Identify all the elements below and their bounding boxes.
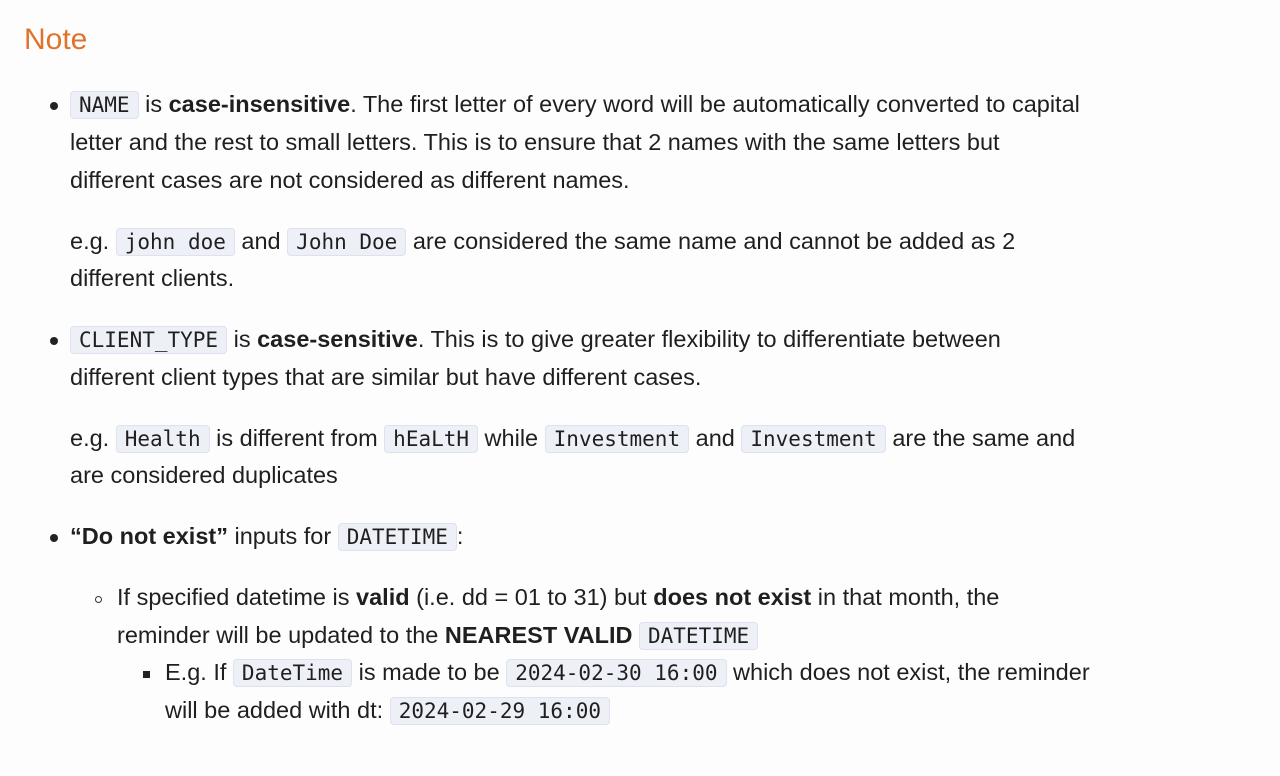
text: e.g. <box>70 425 116 451</box>
text: while <box>478 425 545 451</box>
item3-sub-line2: reminder will be updated to the NEAREST … <box>117 617 759 656</box>
item1-example-line2: different clients. <box>70 265 235 291</box>
code-invalid-date: 2024-02-30 16:00 <box>506 659 727 687</box>
item3-subsub-line1: E.g. If DateTime is made to be 2024-02-3… <box>165 654 1090 693</box>
item2-line2: different client types that are similar … <box>70 364 702 390</box>
item2-example-line1: e.g. Health is different from hEaLtH whi… <box>70 420 1075 459</box>
text: (i.e. dd = 01 to 31) but <box>409 584 654 610</box>
text: e.g. <box>70 228 116 254</box>
note-heading: Note <box>24 23 88 56</box>
bold-case-sensitive: case-sensitive <box>257 326 418 352</box>
bold-valid: valid <box>356 584 410 610</box>
item3-line1: “Do not exist” inputs for DATETIME: <box>70 518 463 557</box>
text: reminder will be updated to the <box>117 622 445 648</box>
bullet-icon <box>50 534 58 542</box>
item1-example-line1: e.g. john doe and John Doe are considere… <box>70 223 1015 262</box>
bold-does-not-exist: does not exist <box>653 584 812 610</box>
text: inputs for <box>227 523 338 549</box>
code-health: Health <box>115 425 210 453</box>
item3-subsub-line2: will be added with dt: 2024-02-29 16:00 <box>165 692 610 731</box>
text: which does not exist, the reminder <box>726 659 1090 685</box>
code-datetime-camel: DateTime <box>232 659 353 687</box>
code-health-mixed: hEaLtH <box>384 425 479 453</box>
bullet-icon <box>50 102 58 110</box>
code-client-type: CLIENT_TYPE <box>70 326 228 354</box>
code-john-doe-lower: john doe <box>115 228 235 256</box>
text: and <box>234 228 288 254</box>
text: is <box>138 91 169 117</box>
circle-bullet-icon <box>95 596 102 603</box>
code-datetime: DATETIME <box>639 622 759 650</box>
bold-case-insensitive: case-insensitive <box>168 91 351 117</box>
item2-example-line2: are considered duplicates <box>70 462 338 488</box>
text: If specified datetime is <box>117 584 357 610</box>
item1-line1: NAME is case-insensitive. The first lett… <box>70 86 1080 125</box>
text: . The first letter of every word will be… <box>350 91 1080 117</box>
bold-do-not-exist: “Do not exist” <box>70 523 228 549</box>
code-datetime: DATETIME <box>337 523 457 551</box>
item1-line2: letter and the rest to small letters. Th… <box>70 129 1000 155</box>
text: is <box>227 326 258 352</box>
text: : <box>456 523 464 549</box>
text: will be added with dt: <box>165 697 390 723</box>
text: E.g. If <box>165 659 233 685</box>
code-john-doe: John Doe <box>287 228 407 256</box>
item2-line1: CLIENT_TYPE is case-sensitive. This is t… <box>70 321 1001 360</box>
code-investment: Investment <box>741 425 886 453</box>
item1-line3: different cases are not considered as di… <box>70 167 630 193</box>
bold-nearest-valid: NEAREST VALID <box>444 622 633 648</box>
text: . This is to give greater flexibility to… <box>417 326 1001 352</box>
text: and <box>689 425 742 451</box>
bullet-icon <box>50 337 58 345</box>
text: are the same and <box>885 425 1076 451</box>
code-name: NAME <box>70 91 139 119</box>
code-valid-date: 2024-02-29 16:00 <box>389 697 610 725</box>
text: is made to be <box>352 659 507 685</box>
note-page: Note NAME is case-insensitive. The first… <box>0 0 1280 776</box>
text: is different from <box>209 425 385 451</box>
item3-sub-line1: If specified datetime is valid (i.e. dd … <box>117 579 999 617</box>
text: are considered the same name and cannot … <box>406 228 1016 254</box>
square-bullet-icon <box>143 671 150 678</box>
text: in that month, the <box>811 584 1000 610</box>
code-investment: Investment <box>544 425 690 453</box>
